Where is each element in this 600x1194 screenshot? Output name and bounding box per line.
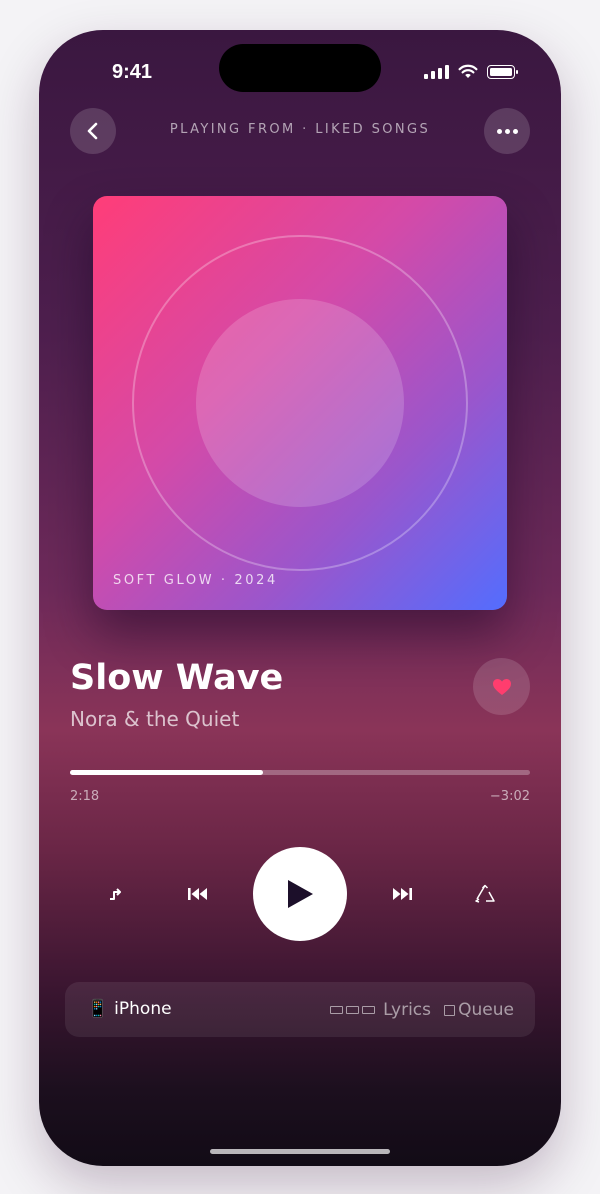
playback-controls [39, 847, 561, 941]
progress-fill [70, 770, 264, 775]
artwork-disc [196, 299, 404, 507]
artwork-caption: SOFT GLOW · 2024 [113, 573, 278, 588]
repeat-icon [475, 884, 495, 903]
more-options-button[interactable] [484, 108, 530, 154]
heart-icon [492, 678, 511, 695]
album-artwork: SOFT GLOW · 2024 [93, 196, 507, 610]
play-button[interactable] [253, 847, 347, 941]
play-icon [288, 880, 313, 908]
queue-label: Queue [458, 1000, 514, 1020]
status-bar: 9:41 [39, 30, 561, 120]
wifi-icon [458, 64, 478, 78]
queue-icon [444, 1004, 456, 1016]
playing-from-label: PLAYING FROM · LIKED SONGS [169, 122, 431, 137]
device-label: iPhone [114, 999, 172, 1019]
like-button[interactable] [473, 658, 530, 715]
home-indicator[interactable] [210, 1149, 390, 1154]
phone-icon: 📱 [87, 999, 109, 1019]
phone-screen: 9:41 PLAYING FROM · LIKED SONGS SOFT GLO… [39, 30, 561, 1166]
battery-icon [487, 64, 518, 79]
track-artist[interactable]: Nora & the Quiet [70, 707, 239, 731]
repeat-button[interactable] [470, 879, 500, 909]
status-time: 9:41 [112, 61, 153, 83]
ellipsis-icon [496, 128, 518, 134]
next-track-button[interactable] [387, 879, 417, 909]
status-icons [424, 64, 518, 79]
time-remaining: −3:02 [489, 789, 530, 804]
queue-button[interactable]: Queue [444, 1000, 514, 1020]
output-device-button[interactable]: 📱 iPhone [87, 999, 172, 1019]
dynamic-island [219, 44, 381, 92]
lyrics-label: Lyrics [383, 1000, 431, 1020]
track-title: Slow Wave [70, 658, 284, 698]
time-elapsed: 2:18 [70, 789, 100, 804]
lyrics-button[interactable]: Lyrics [330, 1000, 431, 1020]
lyrics-icon [330, 1006, 376, 1014]
shuffle-icon [110, 888, 121, 900]
cellular-signal-icon [424, 64, 449, 79]
top-bar: PLAYING FROM · LIKED SONGS [70, 108, 530, 154]
previous-track-button[interactable] [183, 879, 213, 909]
progress-bar[interactable] [70, 770, 530, 775]
bottom-bar: 📱 iPhone Lyrics Queue [65, 982, 535, 1037]
skip-forward-icon [393, 888, 412, 900]
skip-back-icon [188, 888, 207, 900]
shuffle-button[interactable] [100, 879, 130, 909]
